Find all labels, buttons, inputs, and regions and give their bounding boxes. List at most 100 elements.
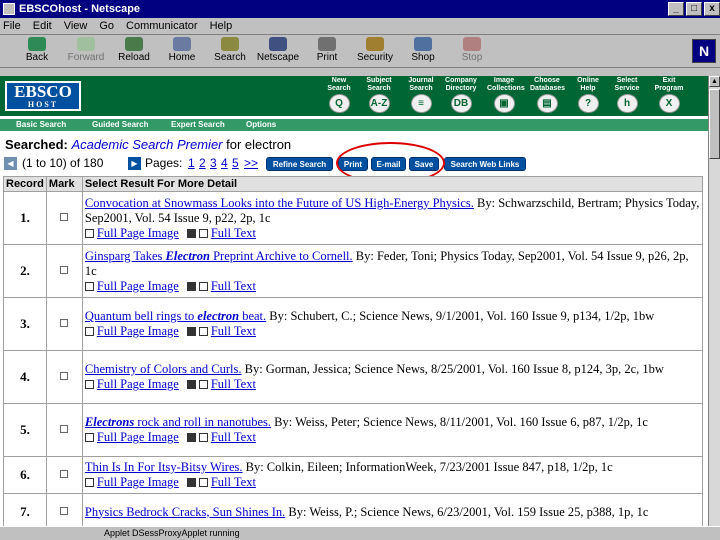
header-exit-program[interactable]: Exit Program X [652,77,686,113]
basic-search-link[interactable]: Basic Search [16,120,66,129]
close-button[interactable]: x [704,2,720,16]
record-column-header: Record [3,176,47,192]
header-choose-databases[interactable]: Choose Databases ▤ [530,77,565,113]
stop-button[interactable]: Stop [449,37,495,66]
full-text-link[interactable]: Full Text [211,279,256,293]
header-subject-search[interactable]: Subject Search A-Z [362,77,396,113]
record-number: 1. [3,191,47,245]
page-link-1[interactable]: 1 [188,156,195,170]
vertical-scrollbar[interactable]: ▲ [708,76,720,526]
full-page-image-link[interactable]: Full Page Image [97,324,179,338]
result-title-link[interactable]: Quantum bell rings to electron beat. [85,309,266,323]
header-online-help[interactable]: Online Help ? [571,77,605,113]
minimize-button[interactable]: _ [668,2,684,16]
directory-icon: DB [450,94,472,113]
result-citation: By: Colkin, Eileen; InformationWeek, 7/2… [242,460,613,474]
record-number: 6. [3,456,47,494]
options-link[interactable]: Options [246,120,276,129]
shop-button[interactable]: Shop [400,37,446,66]
page-link-2[interactable]: 2 [199,156,206,170]
menu-edit[interactable]: Edit [33,20,52,32]
page-link-next-set[interactable]: >> [244,156,258,170]
full-page-image-link[interactable]: Full Page Image [97,279,179,293]
menu-help[interactable]: Help [210,20,233,32]
next-page-button[interactable]: ▶ [128,157,141,170]
result-title-link[interactable]: Chemistry of Colors and Curls. [85,362,242,376]
header-select-service[interactable]: Select Service h [610,77,644,113]
page-link-4[interactable]: 4 [221,156,228,170]
header-journal-search[interactable]: Journal Search ≡ [404,77,438,113]
full-page-image-link[interactable]: Full Page Image [97,430,179,444]
fulltext-links: Full Page Image Full Text [84,226,700,241]
netscape-button[interactable]: Netscape [255,37,301,66]
menu-file[interactable]: File [3,20,21,32]
back-button[interactable]: Back [14,37,60,66]
result-title-link[interactable]: Electrons rock and roll in nanotubes. [85,415,271,429]
table-row: 4. Chemistry of Colors and Curls. By: Go… [3,350,704,404]
netscape-logo[interactable]: N [692,39,716,63]
maximize-button[interactable]: □ [686,2,702,16]
page-image-icon [84,478,94,487]
results-header-row: Record Mark Select Result For More Detai… [3,176,704,192]
mark-checkbox[interactable] [60,470,69,478]
result-title-link[interactable]: Physics Bedrock Cracks, Sun Shines In. [85,505,285,519]
home-icon [173,37,191,51]
mark-checkbox[interactable] [60,507,69,515]
menu-view[interactable]: View [64,20,88,32]
results-table: Record Mark Select Result For More Detai… [3,176,704,526]
reload-button[interactable]: Reload [111,37,157,66]
back-arrow-icon [28,37,46,51]
record-number: 5. [3,403,47,457]
location-bar-collapsed[interactable] [0,68,720,76]
guided-search-link[interactable]: Guided Search [92,120,148,129]
expert-search-link[interactable]: Expert Search [171,120,225,129]
page-content: EBSCO HOST New Search Q Subject Search A… [0,76,708,526]
full-page-image-link[interactable]: Full Page Image [97,226,179,240]
print-toolbar-button[interactable]: Print [304,37,350,66]
refine-search-button[interactable]: Refine Search [266,157,333,171]
full-text-link[interactable]: Full Text [211,475,256,489]
ebsco-logo[interactable]: EBSCO HOST [5,81,81,111]
full-text-link[interactable]: Full Text [211,377,256,391]
result-title-link[interactable]: Ginsparg Takes Electron Preprint Archive… [85,249,353,263]
search-icon [221,37,239,51]
window-titlebar: EBSCOhost - Netscape _ □ x [0,0,720,18]
header-image-collections[interactable]: Image Collections ▣ [487,77,525,113]
search-button[interactable]: Search [207,37,253,66]
page-image-icon [84,327,94,336]
full-text-link[interactable]: Full Text [211,324,256,338]
scroll-up-icon[interactable]: ▲ [709,76,720,87]
mark-checkbox[interactable] [60,213,69,221]
page-link-5[interactable]: 5 [232,156,239,170]
forward-arrow-icon [77,37,95,51]
netscape-app-icon [3,3,15,15]
search-web-links-button[interactable]: Search Web Links [444,157,526,171]
netscape-icon [269,37,287,51]
header-new-search[interactable]: New Search Q [322,77,356,113]
menu-go[interactable]: Go [99,20,114,32]
result-title-link[interactable]: Thin Is In For Itsy-Bitsy Wires. [85,460,243,474]
result-title-link[interactable]: Convocation at Snowmass Looks into the F… [85,196,474,210]
result-cell: Chemistry of Colors and Curls. By: Gorma… [81,350,704,404]
mark-checkbox[interactable] [60,372,69,380]
camera-icon [186,281,196,291]
mark-checkbox[interactable] [60,266,69,274]
mark-checkbox[interactable] [60,319,69,327]
full-page-image-link[interactable]: Full Page Image [97,475,179,489]
forward-button[interactable]: Forward [63,37,109,66]
table-row: 5. Electrons rock and roll in nanotubes.… [3,403,704,457]
previous-page-button[interactable]: ◀ [4,157,17,170]
full-page-image-link[interactable]: Full Page Image [97,377,179,391]
fulltext-links: Full Page Image Full Text [84,324,700,339]
a-z-icon: A-Z [368,94,390,113]
mark-checkbox[interactable] [60,425,69,433]
table-row: 6. Thin Is In For Itsy-Bitsy Wires. By: … [3,456,704,494]
menu-communicator[interactable]: Communicator [126,20,198,32]
full-text-link[interactable]: Full Text [211,226,256,240]
page-link-3[interactable]: 3 [210,156,217,170]
header-company-directory[interactable]: Company Directory DB [444,77,478,113]
full-text-link[interactable]: Full Text [211,430,256,444]
security-button[interactable]: Security [352,37,398,66]
home-button[interactable]: Home [159,37,205,66]
scroll-thumb[interactable] [709,89,720,159]
